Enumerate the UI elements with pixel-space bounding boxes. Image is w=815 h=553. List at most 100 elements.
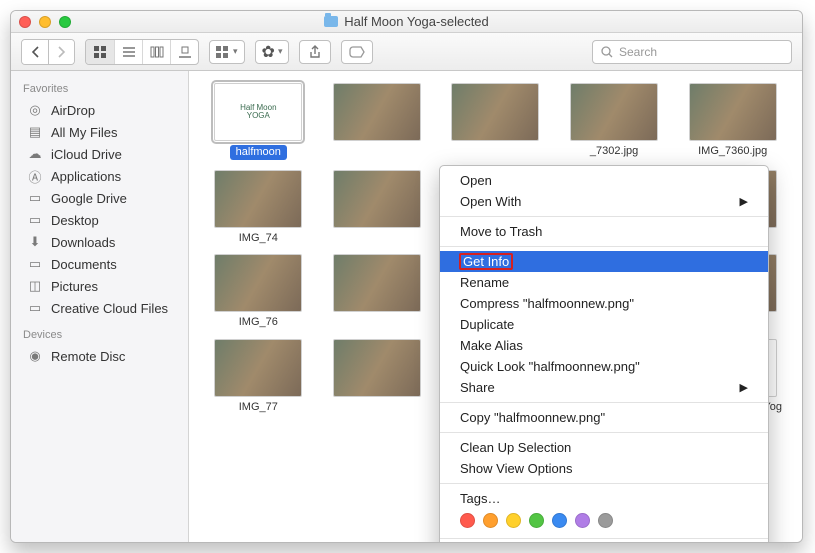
nav-buttons	[21, 39, 75, 65]
thumbnail: Half MoonYOGA	[214, 83, 302, 141]
thumbnail	[333, 339, 421, 397]
tag-color-purple[interactable]	[575, 513, 590, 528]
ctx-compress[interactable]: Compress "halfmoonnew.png"	[440, 293, 768, 314]
context-menu: Open Open With▶ Move to Trash Get Info R…	[439, 165, 769, 542]
documents-icon: ▭	[27, 256, 43, 272]
thumbnail	[451, 83, 539, 141]
sidebar-item-pictures[interactable]: ◫Pictures	[11, 275, 188, 297]
search-icon	[601, 46, 613, 58]
tag-color-orange[interactable]	[483, 513, 498, 528]
ctx-tag-colors	[440, 509, 768, 534]
ctx-duplicate[interactable]: Duplicate	[440, 314, 768, 335]
tags-button[interactable]	[341, 40, 373, 64]
ctx-make-alias[interactable]: Make Alias	[440, 335, 768, 356]
file-item[interactable]: IMG_77	[203, 339, 314, 426]
desktop-icon: ▭	[27, 212, 43, 228]
minimize-window-button[interactable]	[39, 16, 51, 28]
share-button[interactable]	[299, 40, 331, 64]
sidebar-item-google-drive[interactable]: ▭Google Drive	[11, 187, 188, 209]
view-icons-button[interactable]	[86, 40, 114, 64]
view-coverflow-button[interactable]	[170, 40, 198, 64]
search-field[interactable]: Search	[592, 40, 792, 64]
file-item[interactable]	[322, 339, 433, 426]
sidebar-item-all-my-files[interactable]: ▤All My Files	[11, 121, 188, 143]
file-item[interactable]	[322, 83, 433, 160]
share-icon	[309, 45, 321, 59]
ctx-get-info[interactable]: Get Info	[440, 251, 768, 272]
file-item[interactable]: Half MoonYOGA halfmoon	[203, 83, 314, 160]
arrange-button[interactable]: ▾	[209, 40, 245, 64]
separator	[440, 483, 768, 484]
ctx-rename[interactable]: Rename	[440, 272, 768, 293]
thumbnail	[214, 339, 302, 397]
view-columns-button[interactable]	[142, 40, 170, 64]
tag-color-blue[interactable]	[552, 513, 567, 528]
action-button[interactable]: ✿▾	[255, 40, 290, 64]
file-item[interactable]: IMG_76	[203, 254, 314, 329]
tag-color-gray[interactable]	[598, 513, 613, 528]
sidebar-section-favorites: Favorites	[11, 79, 188, 99]
ctx-move-to-trash[interactable]: Move to Trash	[440, 221, 768, 242]
separator	[440, 432, 768, 433]
sidebar-item-remote-disc[interactable]: ◉Remote Disc	[11, 345, 188, 367]
file-item[interactable]: _7302.jpg	[559, 83, 670, 160]
sidebar: Favorites ◎AirDrop ▤All My Files ☁iCloud…	[11, 71, 189, 542]
ctx-open[interactable]: Open	[440, 170, 768, 191]
tag-icon	[349, 46, 365, 58]
close-window-button[interactable]	[19, 16, 31, 28]
submenu-arrow-icon: ▶	[740, 195, 748, 208]
tag-color-green[interactable]	[529, 513, 544, 528]
sidebar-item-icloud-drive[interactable]: ☁iCloud Drive	[11, 143, 188, 165]
finder-window: Half Moon Yoga-selected ▾ ✿▾ Search Favo…	[10, 10, 803, 543]
file-item[interactable]	[322, 254, 433, 329]
separator	[440, 538, 768, 539]
traffic-lights	[19, 16, 71, 28]
ctx-quick-look[interactable]: Quick Look "halfmoonnew.png"	[440, 356, 768, 377]
submenu-arrow-icon: ▶	[740, 381, 748, 394]
forward-button[interactable]	[48, 40, 74, 64]
ctx-copy[interactable]: Copy "halfmoonnew.png"	[440, 407, 768, 428]
thumbnail	[214, 254, 302, 312]
file-name-selected: halfmoon	[230, 145, 287, 160]
sidebar-item-creative-cloud[interactable]: ▭Creative Cloud Files	[11, 297, 188, 319]
gear-icon: ✿	[262, 42, 275, 62]
sidebar-item-airdrop[interactable]: ◎AirDrop	[11, 99, 188, 121]
separator	[440, 402, 768, 403]
cloud-icon: ☁	[27, 146, 43, 162]
view-mode-group	[85, 39, 199, 65]
sidebar-section-devices: Devices	[11, 325, 188, 345]
sidebar-item-documents[interactable]: ▭Documents	[11, 253, 188, 275]
ctx-clean-up[interactable]: Clean Up Selection	[440, 437, 768, 458]
back-button[interactable]	[22, 40, 48, 64]
ctx-show-view-options[interactable]: Show View Options	[440, 458, 768, 479]
pictures-icon: ◫	[27, 278, 43, 294]
zoom-window-button[interactable]	[59, 16, 71, 28]
sidebar-item-desktop[interactable]: ▭Desktop	[11, 209, 188, 231]
thumbnail	[333, 83, 421, 141]
all-files-icon: ▤	[27, 124, 43, 140]
applications-icon: Ⓐ	[27, 168, 43, 184]
ctx-tags[interactable]: Tags…	[440, 488, 768, 509]
window-title: Half Moon Yoga-selected	[344, 14, 489, 29]
sidebar-item-applications[interactable]: ⒶApplications	[11, 165, 188, 187]
ctx-share[interactable]: Share▶	[440, 377, 768, 398]
content-area: Half MoonYOGA halfmoon _7302.jpg IMG_7360…	[189, 71, 802, 542]
tag-color-yellow[interactable]	[506, 513, 521, 528]
file-item[interactable]: IMG_74	[203, 170, 314, 245]
file-item[interactable]: IMG_7360.jpg	[677, 83, 788, 160]
folder-icon	[324, 16, 338, 27]
tag-color-red[interactable]	[460, 513, 475, 528]
search-placeholder: Search	[619, 45, 657, 59]
thumbnail	[214, 170, 302, 228]
titlebar: Half Moon Yoga-selected	[11, 11, 802, 33]
view-list-button[interactable]	[114, 40, 142, 64]
sidebar-item-downloads[interactable]: ⬇Downloads	[11, 231, 188, 253]
disc-icon: ◉	[27, 348, 43, 364]
folder-icon: ▭	[27, 300, 43, 316]
file-item[interactable]	[440, 83, 551, 160]
folder-icon: ▭	[27, 190, 43, 206]
ctx-open-with[interactable]: Open With▶	[440, 191, 768, 212]
file-item[interactable]	[322, 170, 433, 245]
thumbnail	[570, 83, 658, 141]
separator	[440, 246, 768, 247]
